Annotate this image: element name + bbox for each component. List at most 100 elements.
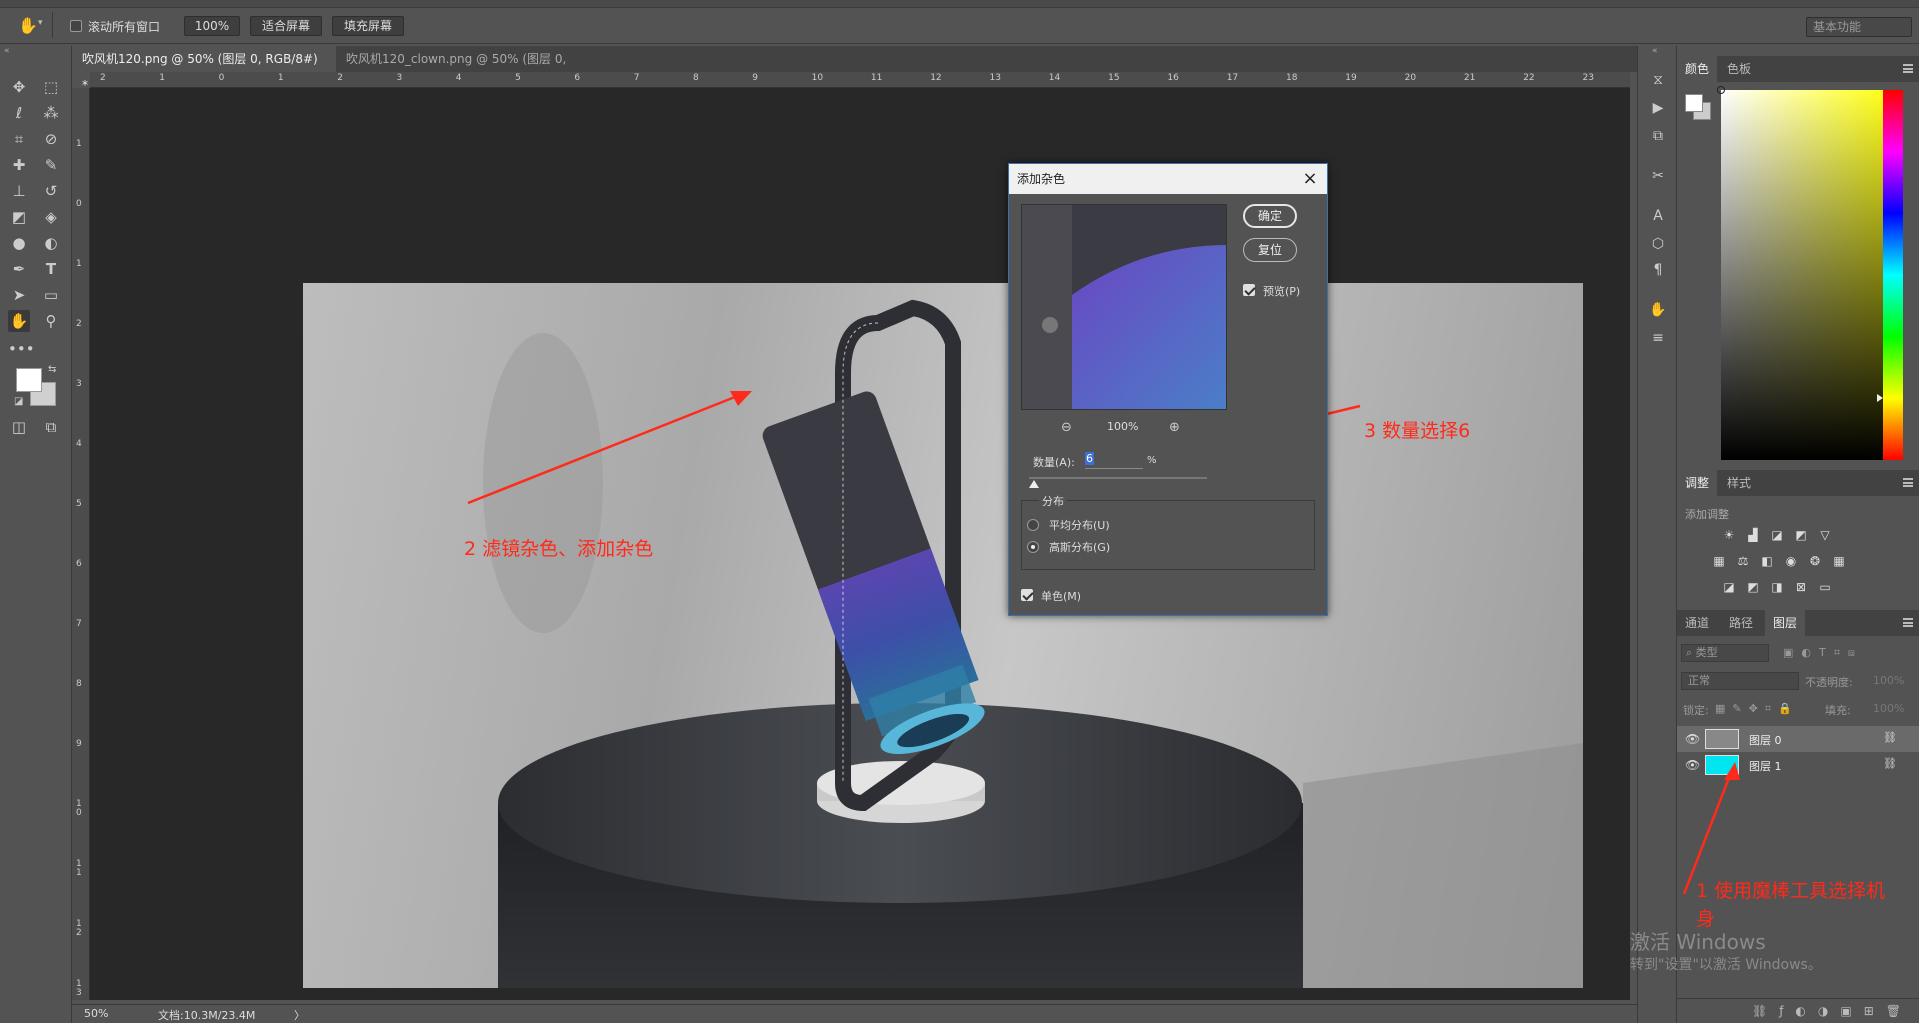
invert-icon[interactable]: ◪ <box>1721 580 1737 594</box>
adjust-panel-menu-icon[interactable] <box>1903 478 1913 487</box>
gradient-map-icon[interactable]: ▭ <box>1817 580 1833 594</box>
vibrance-icon[interactable]: ▽ <box>1817 528 1833 542</box>
exposure-icon[interactable]: ◩ <box>1793 528 1809 542</box>
lasso-tool-icon[interactable]: ℓ <box>8 102 30 124</box>
clone-stamp-tool-icon[interactable]: ⊥ <box>8 180 30 202</box>
magic-wand-tool-icon[interactable]: ⁂ <box>40 102 62 124</box>
opacity-value[interactable]: 100% <box>1873 674 1904 687</box>
type-tool-icon[interactable]: T <box>40 258 62 280</box>
amount-slider-track[interactable] <box>1029 477 1207 479</box>
foreground-color-swatch[interactable] <box>16 368 42 392</box>
status-zoom[interactable]: 50% <box>84 1007 108 1020</box>
fill-value[interactable]: 100% <box>1873 702 1904 715</box>
more-tools-icon[interactable]: ••• <box>8 338 35 360</box>
fit-screen-button[interactable]: 适合屏幕 <box>250 16 322 36</box>
default-colors-icon[interactable]: ◪ <box>14 396 23 407</box>
hue-saturation-icon[interactable]: ▦ <box>1711 554 1727 568</box>
status-menu-arrow-icon[interactable]: 〉 <box>294 1007 305 1023</box>
blur-tool-icon[interactable]: ● <box>8 232 30 254</box>
eraser-tool-icon[interactable]: ◩ <box>8 206 30 228</box>
amount-input[interactable]: 6 <box>1085 451 1143 469</box>
layer-row[interactable]: 👁 图层 0 ⛓ <box>1677 726 1919 752</box>
color-picker-cursor[interactable] <box>1717 86 1725 94</box>
layer-filter-icons[interactable]: ▣◐T⌗⧈ <box>1783 646 1863 660</box>
layers-panel-menu-icon[interactable] <box>1903 618 1913 627</box>
preview-checkbox[interactable] <box>1243 284 1255 296</box>
brush-settings-icon[interactable]: ✂ <box>1648 166 1668 186</box>
curves-icon[interactable]: ◪ <box>1769 528 1785 542</box>
layer-name[interactable]: 图层 0 <box>1749 732 1782 748</box>
adjustments-sliders-icon[interactable]: ≡ <box>1648 328 1668 348</box>
hue-slider-thumb[interactable] <box>1877 394 1883 402</box>
color-fg-swatch[interactable] <box>1685 94 1703 112</box>
filter-preview[interactable] <box>1021 204 1227 410</box>
hand-tool-icon-selected[interactable]: ✋ <box>8 310 30 332</box>
reset-button[interactable]: 复位 <box>1243 238 1297 262</box>
lock-icons[interactable]: ▦✎✥⌗🔒 <box>1715 702 1799 716</box>
tab-swatches[interactable]: 色板 <box>1719 56 1759 82</box>
zoom-tool-icon[interactable]: ⚲ <box>40 310 62 332</box>
blend-mode-select[interactable]: 正常 <box>1681 672 1799 690</box>
history-icon[interactable]: ⧖ <box>1648 70 1668 90</box>
amount-slider-thumb[interactable] <box>1029 480 1039 488</box>
channel-mixer-icon[interactable]: ❂ <box>1807 554 1823 568</box>
actions-icon[interactable]: ▶ <box>1648 98 1668 118</box>
brush-tool-icon[interactable]: ✎ <box>40 154 62 176</box>
selective-color-icon[interactable]: ⊠ <box>1793 580 1809 594</box>
black-white-icon[interactable]: ◧ <box>1759 554 1775 568</box>
paint-bucket-tool-icon[interactable]: ◈ <box>40 206 62 228</box>
tab-color[interactable]: 颜色 <box>1677 56 1718 82</box>
workspace-select[interactable]: 基本功能 <box>1806 17 1912 37</box>
color-field[interactable] <box>1721 90 1903 460</box>
scroll-all-windows-checkbox[interactable] <box>70 20 82 32</box>
quick-mask-icon[interactable]: ◫ <box>8 416 30 438</box>
zoom-out-icon[interactable]: ⊖ <box>1061 420 1072 435</box>
tab-styles[interactable]: 样式 <box>1719 470 1759 496</box>
tab-layers[interactable]: 图层 <box>1765 610 1806 636</box>
hue-slider[interactable] <box>1883 90 1903 460</box>
dialog-close-icon[interactable]: × <box>1301 164 1319 194</box>
screen-mode-icon[interactable]: ⧉ <box>40 416 62 438</box>
document-tab-2[interactable]: 吹风机120_clown.png @ 50% (图层 0, RGB/8#) *× <box>336 46 626 92</box>
collapse-icon[interactable]: « <box>1652 46 1658 56</box>
dodge-tool-icon[interactable]: ◐ <box>40 232 62 254</box>
color-balance-icon[interactable]: ⚖ <box>1735 554 1751 568</box>
properties-icon[interactable]: ⧉ <box>1648 126 1668 146</box>
pen-tool-icon[interactable]: ✒ <box>8 258 30 280</box>
threshold-icon[interactable]: ◨ <box>1769 580 1785 594</box>
tab-channels[interactable]: 通道 <box>1677 610 1717 636</box>
tool-presets-icon[interactable]: ✋ <box>1648 300 1668 320</box>
fill-screen-button[interactable]: 填充屏幕 <box>332 16 404 36</box>
photo-filter-icon[interactable]: ◉ <box>1783 554 1799 568</box>
link-icon[interactable]: ⛓ <box>1883 731 1897 744</box>
marquee-tool-icon[interactable]: ⬚ <box>40 76 62 98</box>
document-tab-1[interactable]: 吹风机120.png @ 50% (图层 0, RGB/8#) *× <box>72 46 336 92</box>
layers-footer-icons[interactable]: ⛓ƒ◐◑▣⊞🗑 <box>1677 998 1919 1023</box>
tool-preset-chevron-icon[interactable]: ▾ <box>38 18 43 28</box>
path-selection-tool-icon[interactable]: ➤ <box>8 284 30 306</box>
color-lookup-icon[interactable]: ▦ <box>1831 554 1847 568</box>
tab-paths[interactable]: 路径 <box>1721 610 1761 636</box>
levels-icon[interactable]: ▟ <box>1745 528 1761 542</box>
character-icon[interactable]: A <box>1648 206 1668 226</box>
zoom-in-icon[interactable]: ⊕ <box>1169 420 1180 435</box>
posterize-icon[interactable]: ◩ <box>1745 580 1761 594</box>
color-panel-menu-icon[interactable] <box>1903 64 1913 73</box>
visibility-eye-icon[interactable]: 👁 <box>1685 732 1700 746</box>
3d-icon[interactable]: ⬡ <box>1648 234 1668 254</box>
tab-adjustments[interactable]: 调整 <box>1677 470 1718 496</box>
monochromatic-checkbox[interactable] <box>1021 589 1033 601</box>
zoom-100-button[interactable]: 100% <box>184 16 240 36</box>
paragraph-icon[interactable]: ¶ <box>1648 260 1668 280</box>
healing-brush-tool-icon[interactable]: ✚ <box>8 154 30 176</box>
shape-tool-icon[interactable]: ▭ <box>40 284 62 306</box>
eyedropper-tool-icon[interactable]: ⊘ <box>40 128 62 150</box>
move-tool-icon[interactable]: ✥ <box>8 76 30 98</box>
link-icon[interactable]: ⛓ <box>1883 757 1897 770</box>
hand-tool-icon[interactable]: ✋ <box>18 16 38 35</box>
collapse-icon[interactable]: « <box>4 46 10 56</box>
swap-colors-icon[interactable]: ⇆ <box>48 364 56 375</box>
ok-button[interactable]: 确定 <box>1243 204 1297 228</box>
brightness-icon[interactable]: ☀ <box>1721 528 1737 542</box>
canvas-area[interactable]: 2 滤镜杂色、添加杂色 3 数量选择6 <box>90 88 1630 1000</box>
